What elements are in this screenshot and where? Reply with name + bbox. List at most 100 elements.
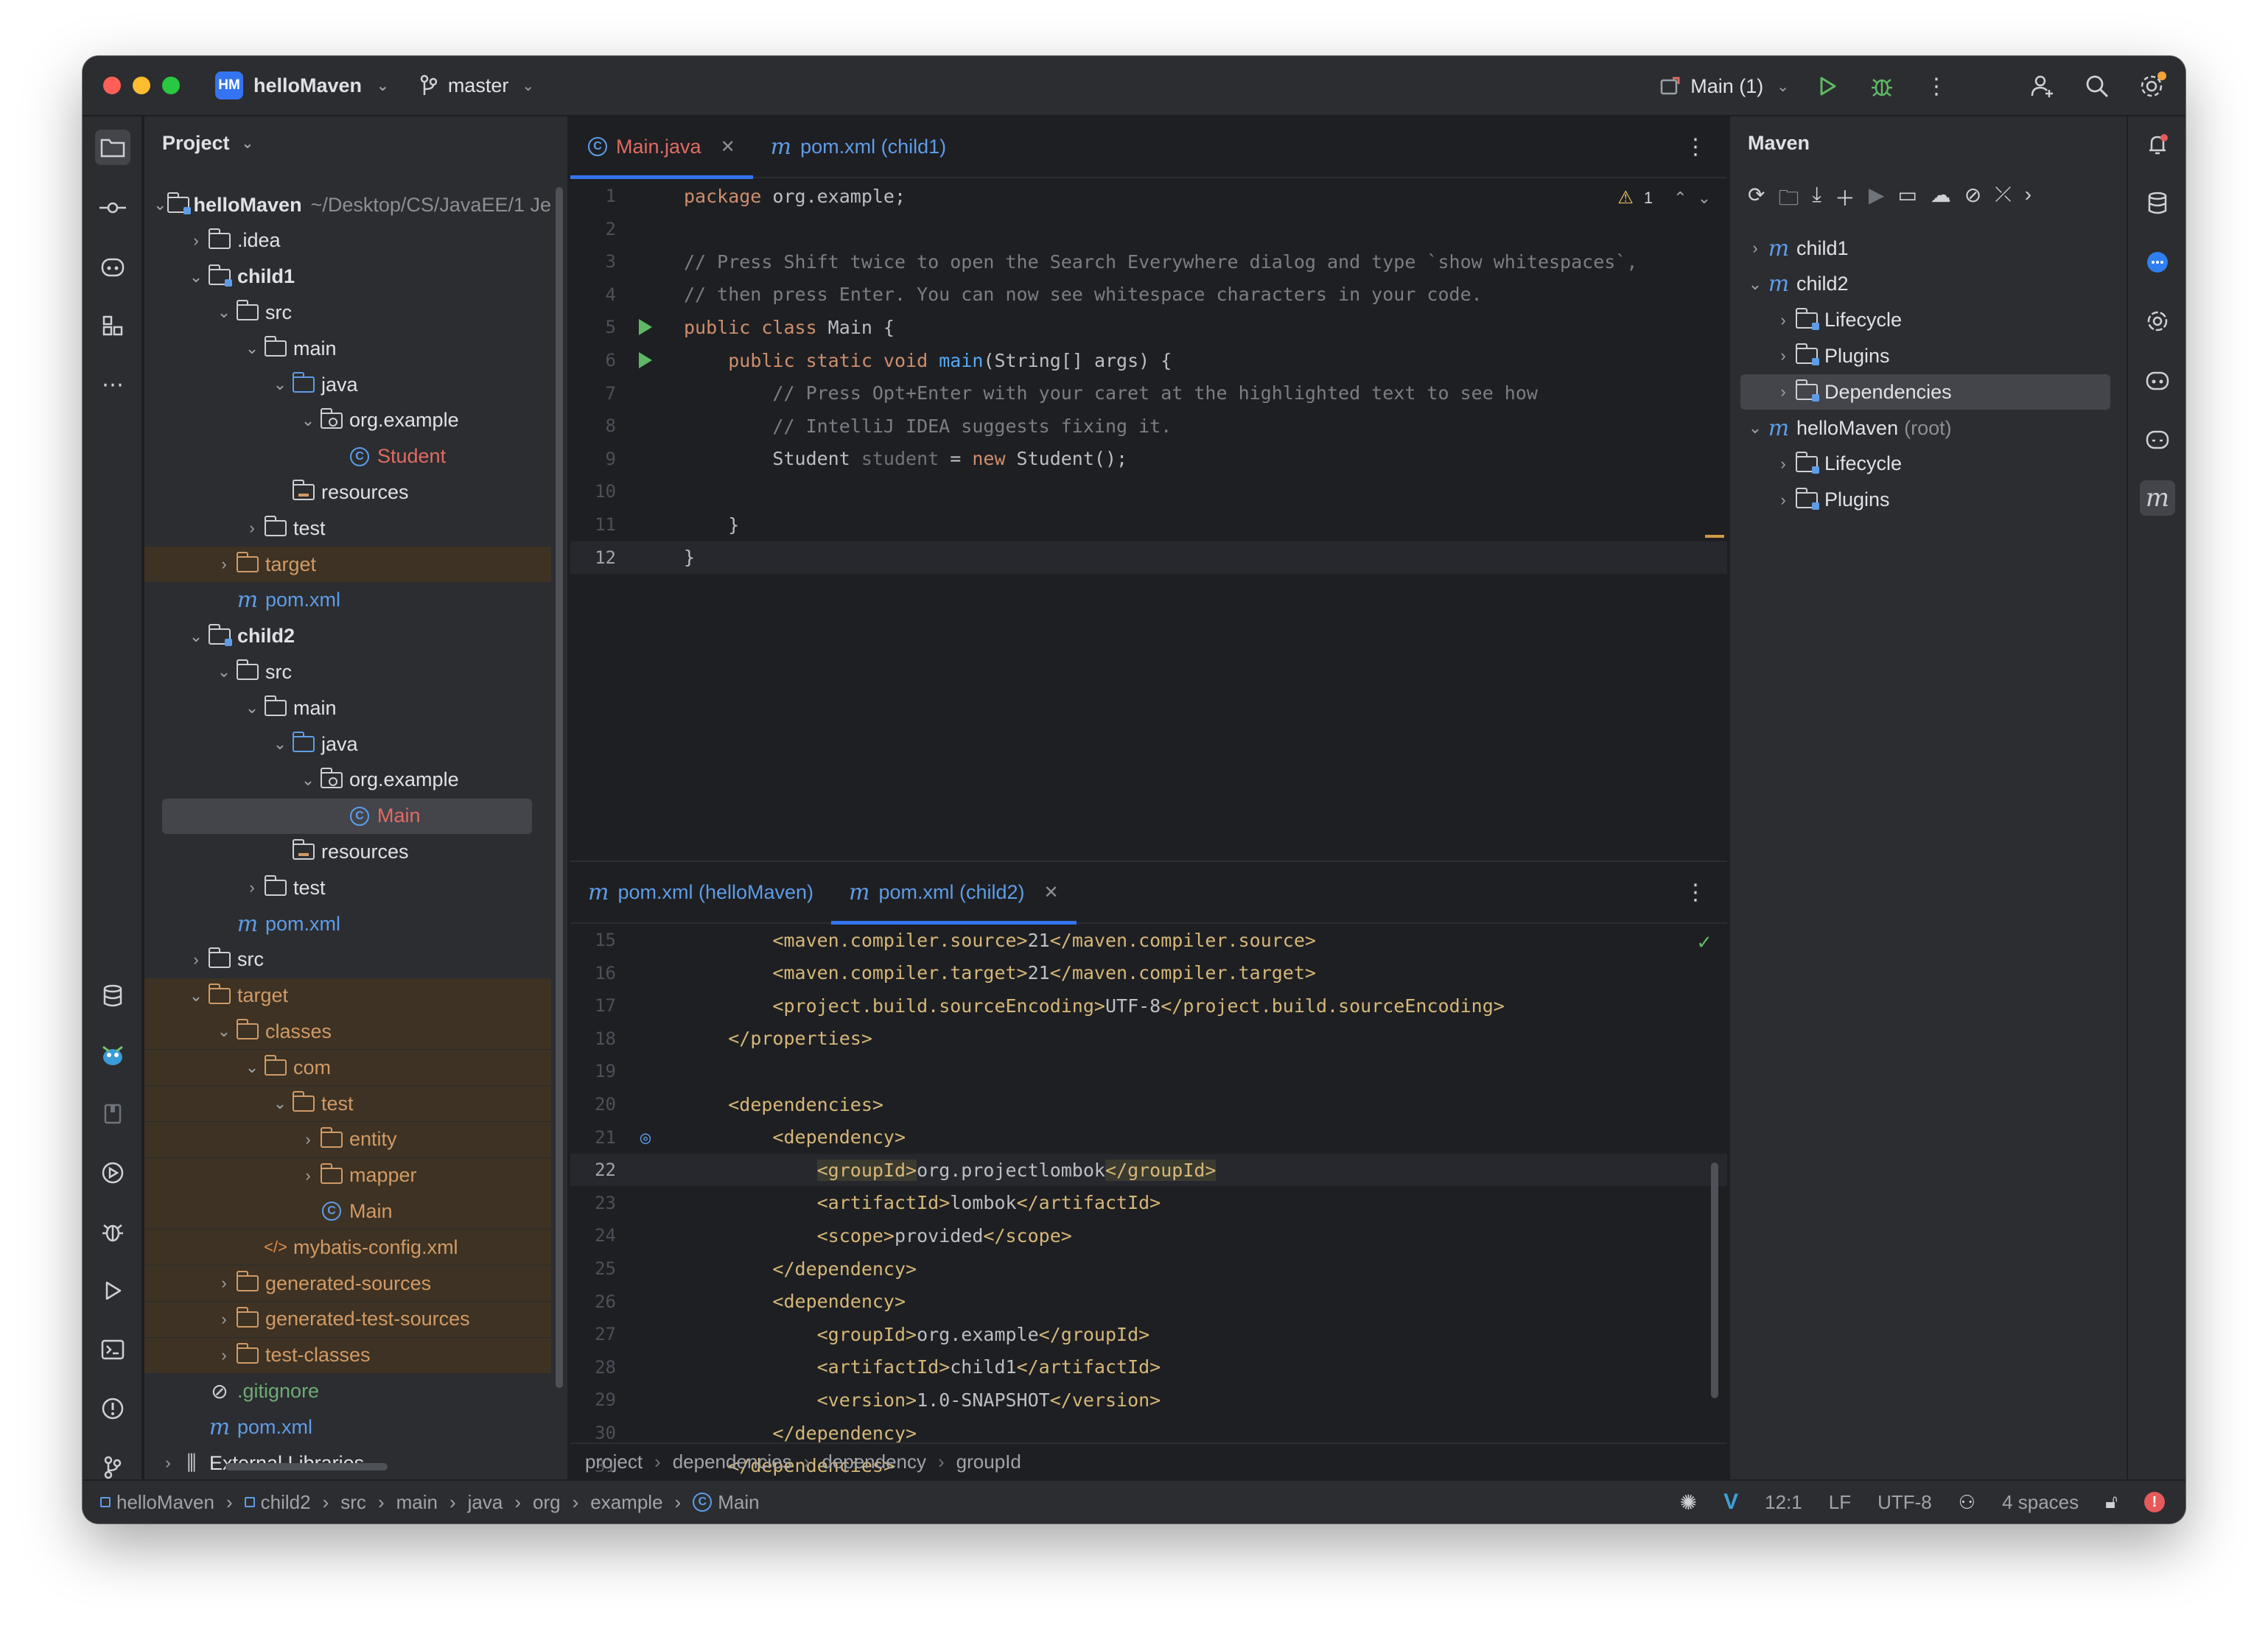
tree-item[interactable]: › test-classes [144, 1337, 551, 1373]
tree-item[interactable]: ⌄ src [144, 654, 551, 690]
mybatis-tool-button[interactable] [95, 1037, 130, 1073]
maven-tool-button[interactable]: m [2140, 480, 2175, 516]
run-gutter-icon[interactable] [639, 319, 652, 336]
add-icon[interactable]: ＋ [1835, 183, 1855, 218]
chevron-right-icon[interactable]: › [1745, 239, 1765, 258]
editor-tab[interactable]: C Main.java ✕ [570, 116, 753, 179]
chevron-down-icon[interactable]: ⌄ [298, 771, 318, 790]
tree-item[interactable]: ⌄ helloMaven ~/Desktop/CS/JavaEE/1 Je [144, 187, 551, 222]
chevron-down-icon[interactable]: ⌄ [153, 195, 167, 214]
chevron-down-icon[interactable]: ⌄ [214, 303, 234, 322]
chevron-down-icon[interactable]: ⌄ [298, 411, 318, 430]
chevron-down-icon[interactable]: ⌄ [214, 1022, 234, 1041]
tab-options-button[interactable]: ⋮ [1684, 880, 1707, 905]
commit-tool-button[interactable] [95, 190, 130, 225]
project-switcher[interactable]: HM helloMaven ⌄ [215, 71, 389, 99]
chevron-right-icon[interactable]: › [158, 1454, 178, 1473]
tree-item[interactable]: resources [144, 834, 551, 869]
line-separator[interactable]: LF [1829, 1491, 1851, 1514]
database-button[interactable] [2140, 186, 2175, 221]
chevron-down-icon[interactable]: ⌄ [1745, 418, 1765, 438]
tree-item[interactable]: › target [144, 547, 551, 582]
database-tool-button[interactable] [95, 978, 130, 1014]
tree-item[interactable]: m pom.xml [144, 583, 551, 618]
nav-bar-item[interactable]: main [396, 1491, 438, 1514]
chevron-down-icon[interactable]: ⌄ [270, 375, 290, 394]
run-tool-button[interactable] [95, 1273, 130, 1308]
chevron-down-icon[interactable]: ⌄ [186, 627, 206, 646]
maven-tree-item[interactable]: › Plugins [1740, 483, 2110, 518]
minimize-window-button[interactable] [133, 77, 150, 94]
run-gutter-icon[interactable] [639, 352, 652, 368]
execute-goal-icon[interactable]: ▭ [1897, 183, 1917, 218]
tree-item[interactable]: › generated-sources [144, 1266, 551, 1301]
chevron-down-icon[interactable]: ⌄ [270, 1094, 290, 1113]
tree-item[interactable]: m pom.xml [144, 1409, 551, 1445]
run-maven-build-icon[interactable]: ▶ [1869, 183, 1885, 218]
maximize-window-button[interactable] [162, 77, 180, 94]
file-encoding[interactable]: UTF-8 [1877, 1491, 1932, 1514]
tree-item[interactable]: › generated-test-sources [144, 1301, 551, 1337]
reload-icon[interactable]: ⟳ [1748, 183, 1765, 218]
chevron-right-icon[interactable]: › [1773, 311, 1793, 330]
nav-bar-item[interactable]: child2 [244, 1491, 311, 1514]
chevron-down-icon[interactable]: ⌄ [270, 734, 290, 754]
skip-tests-icon[interactable]: ⊘ [1964, 183, 1981, 218]
project-tool-button[interactable] [95, 130, 130, 165]
chevron-right-icon[interactable]: › [1773, 455, 1793, 474]
tree-item[interactable]: ⌄ main [144, 331, 551, 366]
close-window-button[interactable] [103, 77, 121, 94]
copilot-tool-button[interactable] [95, 249, 130, 284]
tree-item[interactable]: C Student [144, 439, 551, 474]
chevron-down-icon[interactable]: ⌄ [186, 986, 206, 1006]
chevron-right-icon[interactable]: › [214, 1310, 234, 1329]
chevron-right-icon[interactable]: › [1773, 382, 1793, 402]
maven-tree-item[interactable]: › Plugins [1740, 338, 2110, 374]
tree-item[interactable]: › test [144, 870, 551, 905]
more-actions-button[interactable]: ⋮ [1920, 70, 1953, 102]
nav-bar-item[interactable]: helloMaven [100, 1491, 214, 1514]
chevron-down-icon[interactable]: ⌄ [186, 267, 206, 287]
tree-item[interactable]: › mapper [144, 1157, 551, 1193]
tab-options-button[interactable]: ⋮ [1684, 134, 1707, 160]
toggle-offline-icon[interactable]: ☁ [1931, 183, 1951, 218]
tree-item[interactable]: </> mybatis-config.xml [144, 1230, 551, 1266]
editor-vertical-scrollbar[interactable] [1711, 1163, 1718, 1398]
chevron-right-icon[interactable]: › [2025, 183, 2031, 218]
ai-chat-button[interactable] [2140, 245, 2175, 280]
add-maven-project-icon[interactable]: 🗀 [1778, 183, 1799, 218]
problems-tool-button[interactable] [95, 1391, 130, 1426]
chevron-right-icon[interactable]: › [1773, 346, 1793, 365]
openai-button[interactable] [2140, 304, 2175, 339]
tree-item[interactable]: ⌄ java [144, 726, 551, 762]
chevron-right-icon[interactable]: › [186, 950, 206, 969]
tree-item[interactable]: C Main [144, 798, 551, 834]
services-tool-button[interactable] [95, 1155, 130, 1191]
editor-tab[interactable]: m pom.xml (child1) [753, 116, 965, 178]
download-sources-icon[interactable]: ⤓ [1812, 183, 1821, 218]
nav-bar-item[interactable]: C Main [693, 1491, 760, 1514]
copilot-chat-button[interactable] [2140, 362, 2175, 398]
chevron-down-icon[interactable]: ⌄ [242, 339, 262, 358]
chevron-down-icon[interactable]: ⌄ [242, 698, 262, 718]
project-tree-vertical-scrollbar[interactable] [556, 187, 563, 1388]
error-indicator-icon[interactable]: ! [2144, 1492, 2165, 1512]
tree-item[interactable]: resources [144, 474, 551, 510]
code-editor-pom-xml[interactable]: 15 <maven.compiler.source>21</maven.comp… [570, 924, 1727, 1509]
debug-button[interactable] [1866, 70, 1898, 102]
chevron-right-icon[interactable]: › [214, 1346, 234, 1365]
tree-item[interactable]: C Main [144, 1193, 551, 1230]
breadcrumb-item[interactable]: groupId [956, 1451, 1021, 1473]
collapse-all-icon[interactable]: ⤫ [1995, 183, 2011, 218]
read-only-toggle-icon[interactable]: 🔓︎ [2105, 1490, 2118, 1514]
tree-item[interactable]: ⌄ java [144, 367, 551, 402]
structure-tool-button[interactable] [95, 308, 130, 343]
settings-button[interactable] [2135, 70, 2168, 102]
chevron-right-icon[interactable]: › [186, 231, 206, 250]
tree-item[interactable]: ⌄ org.example [144, 762, 551, 798]
ai-assistant-status-icon[interactable]: ✺ [1680, 1490, 1697, 1515]
tree-item[interactable]: ⌄ org.example [144, 403, 551, 438]
close-tab-icon[interactable]: ✕ [1044, 882, 1059, 903]
chevron-right-icon[interactable]: › [1773, 491, 1793, 510]
tree-item[interactable]: ⌄ child1 [144, 259, 551, 295]
